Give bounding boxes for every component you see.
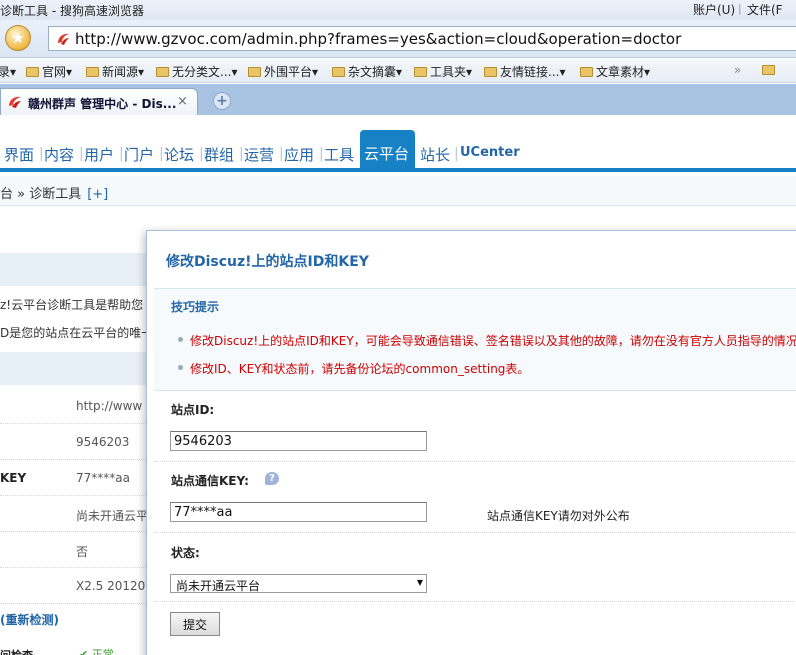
status-select[interactable]: 尚未开通云平台 ▼	[170, 574, 427, 593]
status-ok: ✔ 正常	[79, 648, 114, 655]
folder-icon	[332, 67, 345, 77]
recheck-link[interactable]: (重新检测)	[0, 611, 59, 628]
nav-separator: |	[119, 146, 124, 162]
tab-close-icon[interactable]: ×	[177, 94, 188, 109]
table-row: 否	[0, 532, 150, 568]
favorites-star-icon[interactable]: ★	[5, 25, 31, 51]
url-text[interactable]: http://www.gzvoc.com/admin.php?frames=ye…	[75, 30, 681, 48]
tab-strip: 赣州群声 管理中心 - Dis... × +	[0, 84, 796, 115]
breadcrumb-add-button[interactable]: [+]	[87, 187, 108, 202]
nav-item-active[interactable]: 云平台	[360, 130, 415, 168]
breadcrumb: 台 » 诊断工具 [+]	[0, 176, 796, 206]
nav-item[interactable]: 界面	[4, 144, 34, 165]
nav-item[interactable]: 门户	[124, 144, 154, 165]
bookmark-folder[interactable]: 官网▾	[26, 63, 72, 80]
nav-separator: |	[199, 146, 204, 162]
nav-item[interactable]: 内容	[44, 144, 74, 165]
bookmarks-overflow[interactable]: »	[734, 63, 741, 77]
tips-title: 技巧提示	[171, 300, 220, 314]
check-label: 问检查	[0, 647, 33, 655]
address-toolbar: ★ http://www.gzvoc.com/admin.php?frames=…	[0, 20, 796, 58]
site-key-note: 站点通信KEY请勿对外公布	[487, 509, 630, 523]
nav-separator: |	[319, 146, 324, 162]
bookmark-item[interactable]: 录▾	[0, 63, 16, 80]
site-id-label: 站点ID:	[171, 403, 215, 417]
table-row: 尚未开通云平	[0, 496, 150, 532]
folder-icon	[762, 65, 775, 75]
breadcrumb-text: 台 » 诊断工具	[0, 187, 82, 202]
tips-box: 技巧提示 修改Discuz!上的站点ID和KEY，可能会导致通信错误、签名错误以…	[154, 288, 796, 391]
nav-item[interactable]: 站长	[420, 144, 450, 165]
diagnostic-page: z!云平台诊断工具是帮助您 D是您的站点在云平台的唯一 http://www 9…	[0, 207, 154, 655]
nav-separator: |	[39, 146, 44, 162]
folder-icon	[156, 67, 169, 77]
dialog-title: 修改Discuz!上的站点ID和KEY	[166, 254, 369, 270]
status-select-value: 尚未开通云平台	[176, 579, 261, 593]
tip-text: 修改ID、KEY和状态前，请先备份论坛的common_setting表。	[190, 362, 530, 376]
table-row: 9546203	[0, 424, 150, 460]
bookmark-folder[interactable]	[762, 63, 778, 77]
site-id-input[interactable]	[170, 431, 427, 451]
new-tab-button[interactable]: +	[213, 92, 231, 110]
tab-title: 赣州群声 管理中心 - Dis...	[28, 97, 177, 111]
row-divider	[154, 461, 796, 462]
bookmark-folder[interactable]: 友情链接...▾	[484, 63, 565, 80]
row-divider	[154, 532, 796, 533]
table-row: http://www	[0, 388, 150, 424]
nav-item[interactable]: 论坛	[164, 144, 194, 165]
status-label: 状态:	[171, 546, 200, 560]
folder-icon	[414, 67, 427, 77]
bookmark-folder[interactable]: 外围平台▾	[248, 63, 318, 80]
file-menu[interactable]: 文件(F	[747, 1, 783, 18]
bookmark-folder[interactable]: 无分类文...▾	[156, 63, 237, 80]
page-description: D是您的站点在云平台的唯一	[0, 326, 154, 340]
window-title: 诊断工具 - 搜狗高速浏览器	[0, 4, 144, 18]
submit-button[interactable]: 提交	[170, 612, 220, 636]
nav-separator: |	[279, 146, 284, 162]
row-divider	[154, 601, 796, 602]
bookmark-folder[interactable]: 文章素材▾	[580, 63, 650, 80]
admin-nav: 界面 | 内容 | 用户 | 门户 | 论坛 | 群组 | 运营 | 应用 | …	[0, 116, 796, 172]
address-bar[interactable]: http://www.gzvoc.com/admin.php?frames=ye…	[48, 26, 796, 51]
tip-text: 修改Discuz!上的站点ID和KEY，可能会导致通信错误、签名错误以及其他的故…	[190, 334, 796, 348]
nav-item[interactable]: 用户	[84, 144, 114, 165]
folder-icon	[580, 67, 593, 77]
bullet-icon	[178, 365, 183, 370]
edit-site-key-dialog: 修改Discuz!上的站点ID和KEY 技巧提示 修改Discuz!上的站点ID…	[146, 230, 796, 655]
bookmarks-bar: 录▾ 官网▾ 新闻源▾ 无分类文...▾ 外围平台▾ 杂文摘囊▾ 工具夹▾ 友情…	[0, 59, 796, 83]
window-titlebar: 诊断工具 - 搜狗高速浏览器 账户(U) | 文件(F	[0, 0, 796, 20]
section-header-band	[0, 253, 150, 286]
nav-separator: |	[454, 146, 459, 162]
folder-icon	[26, 67, 39, 77]
page-description: z!云平台诊断工具是帮助您	[0, 298, 144, 312]
folder-icon	[86, 67, 99, 77]
help-icon[interactable]: ?	[265, 472, 279, 485]
account-menu[interactable]: 账户(U)	[693, 1, 735, 18]
nav-separator: |	[79, 146, 84, 162]
site-key-label: 站点通信KEY:	[171, 474, 249, 488]
menu-separator: |	[738, 2, 742, 15]
table-row: X2.5 20120	[0, 568, 150, 604]
nav-separator: |	[159, 146, 164, 162]
table-row: KEY 77****aa	[0, 460, 150, 496]
nav-item[interactable]: 群组	[204, 144, 234, 165]
chevron-down-icon: ▼	[416, 578, 423, 587]
bookmark-folder[interactable]: 新闻源▾	[86, 63, 144, 80]
nav-item[interactable]: 运营	[244, 144, 274, 165]
browser-tab-active[interactable]: 赣州群声 管理中心 - Dis... ×	[0, 88, 198, 115]
bullet-icon	[178, 337, 183, 342]
folder-icon	[248, 67, 261, 77]
nav-item[interactable]: 工具	[324, 144, 354, 165]
nav-item[interactable]: 应用	[284, 144, 314, 165]
bookmark-folder[interactable]: 工具夹▾	[414, 63, 472, 80]
nav-item-ucenter[interactable]: UCenter	[460, 145, 520, 160]
sogou-logo-icon	[58, 33, 69, 45]
folder-icon	[484, 67, 497, 77]
section-header-band	[0, 352, 150, 385]
site-key-input[interactable]	[170, 502, 427, 522]
sogou-logo-icon	[9, 96, 21, 108]
bookmark-folder[interactable]: 杂文摘囊▾	[332, 63, 402, 80]
nav-separator: |	[239, 146, 244, 162]
